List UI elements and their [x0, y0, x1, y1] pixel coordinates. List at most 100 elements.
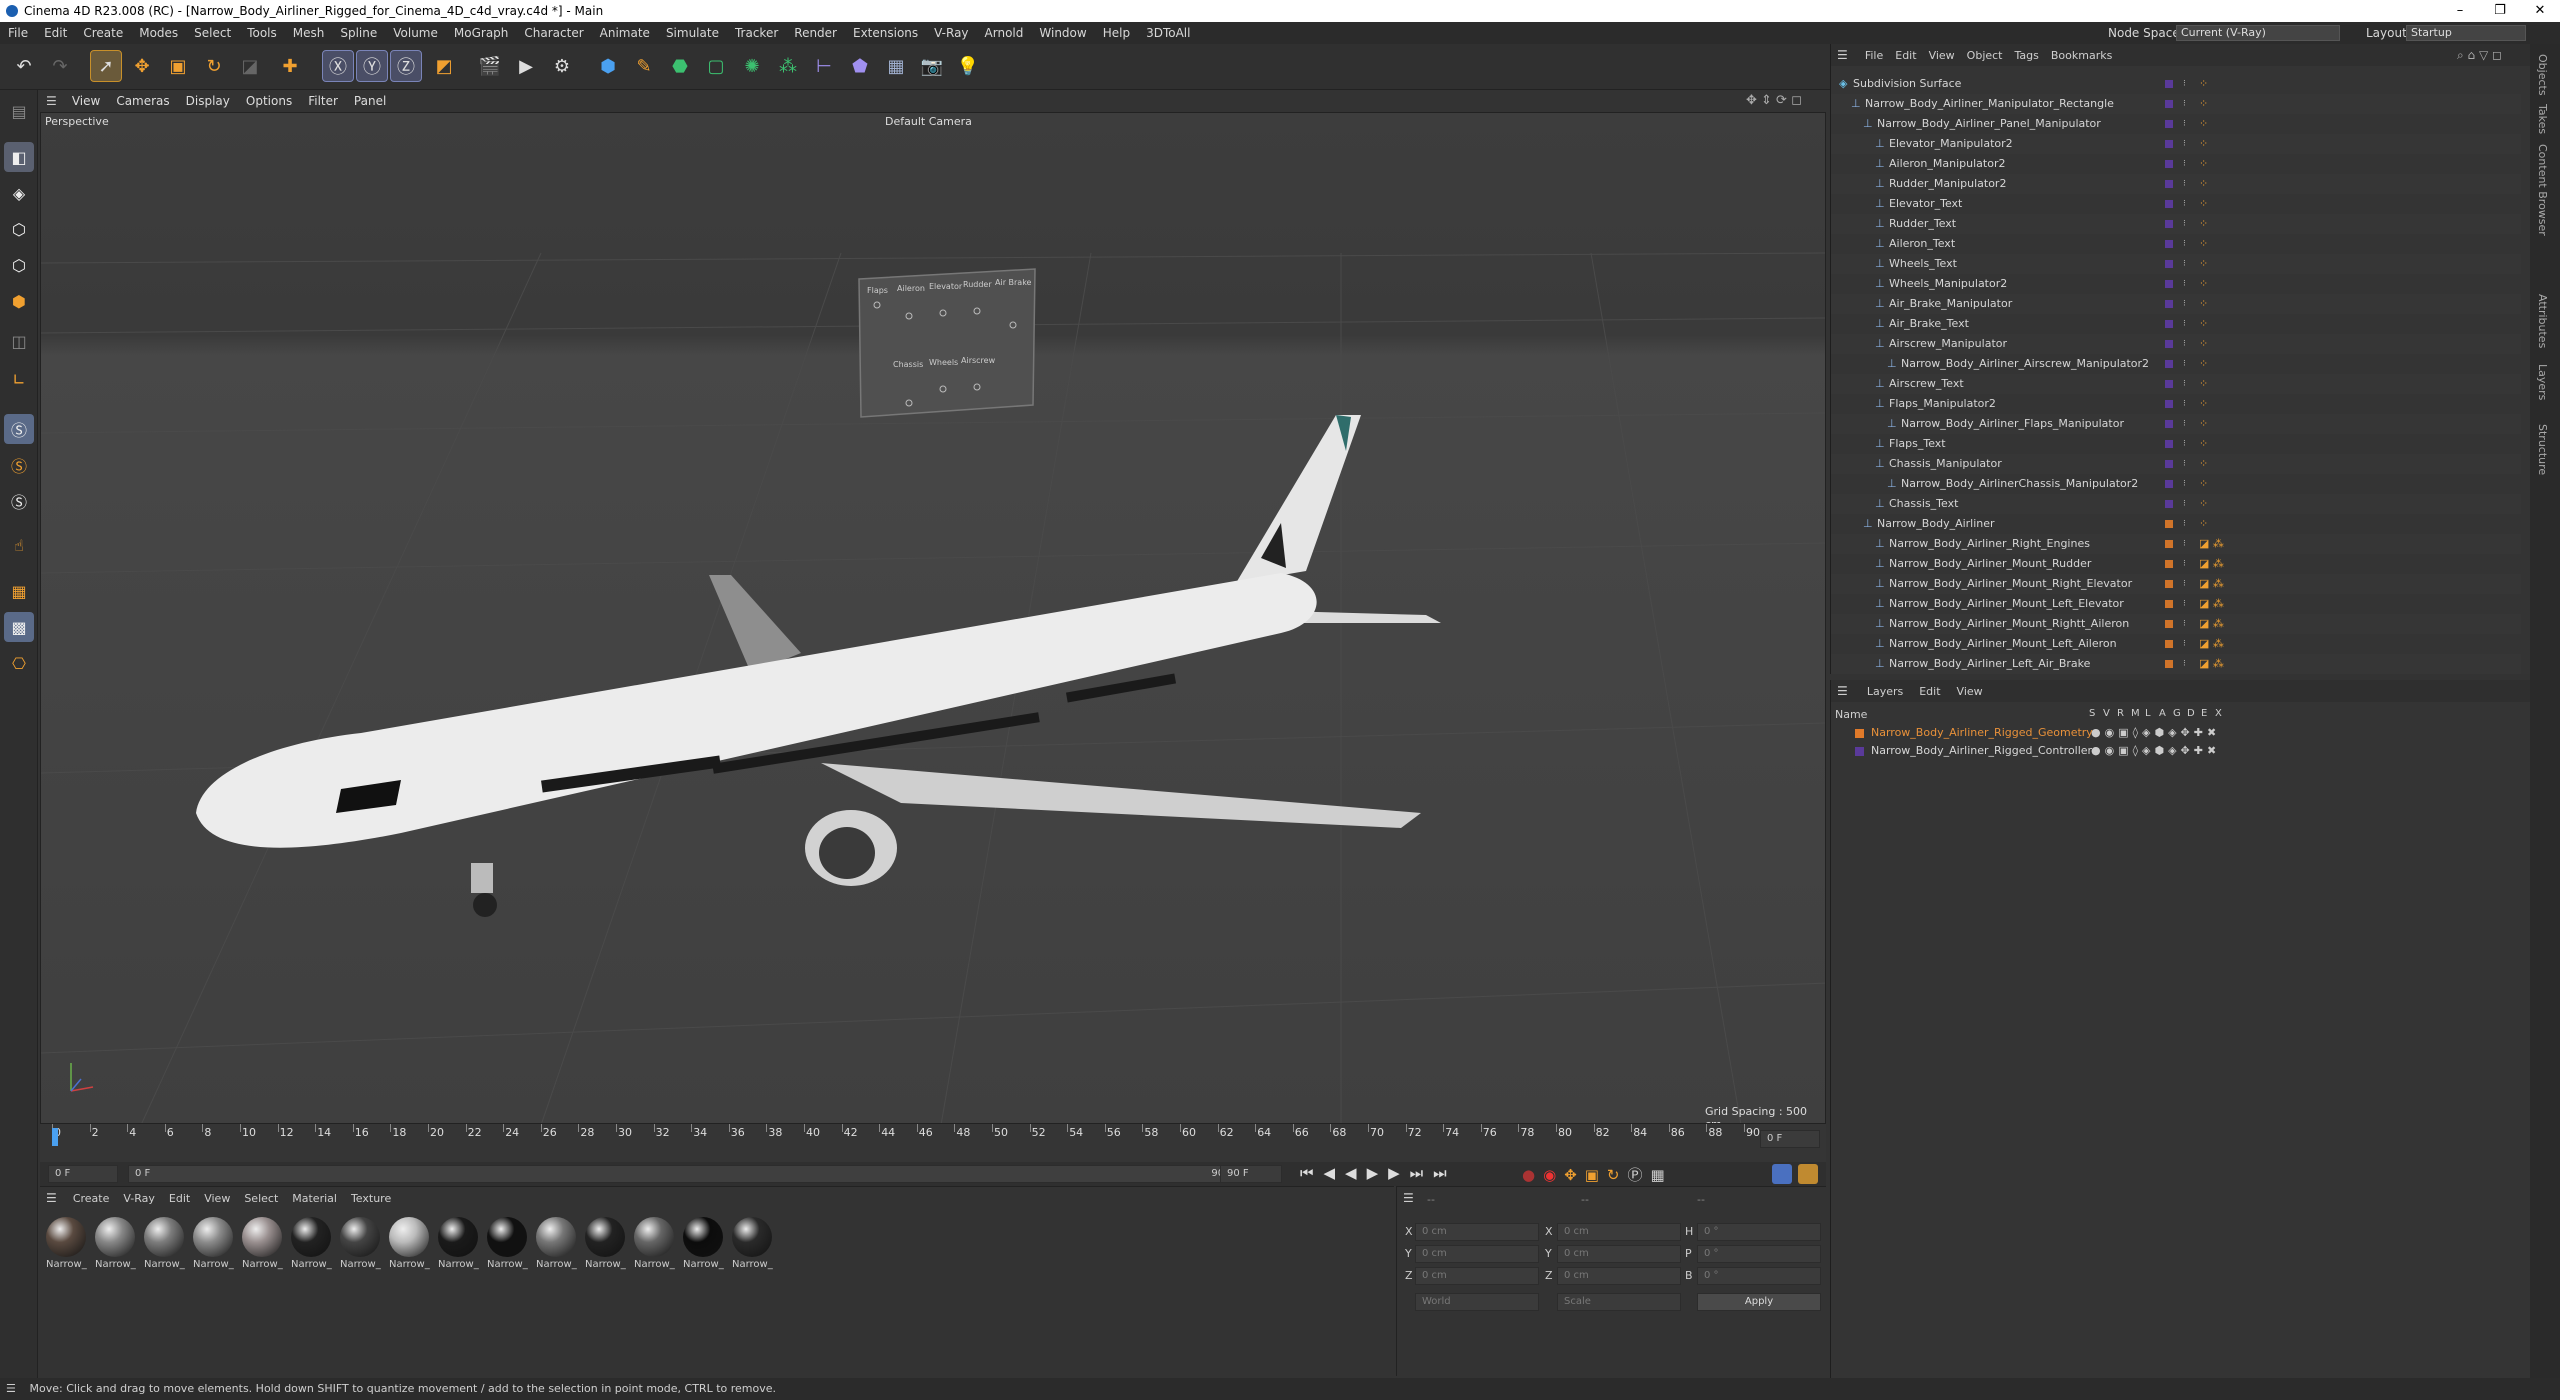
object-menu-edit[interactable]: Edit — [1889, 45, 1922, 67]
tag-icon[interactable]: ⁘ — [2199, 494, 2208, 514]
menu-animate[interactable]: Animate — [592, 22, 658, 44]
material-menu-edit[interactable]: Edit — [162, 1188, 197, 1210]
visibility-dots-icon[interactable]: ⁝ — [2183, 94, 2186, 114]
layer-color-chip[interactable] — [2165, 380, 2173, 388]
layer-color-chip[interactable] — [2165, 260, 2173, 268]
edges-mode-icon[interactable]: ⬡ — [4, 250, 34, 280]
tag-icon[interactable]: ◪ ⁂ — [2199, 614, 2224, 634]
add-tool-icon[interactable]: ✚ — [274, 50, 306, 82]
object-row[interactable]: ⊥ Narrow_Body_Airliner_Mount_Left_Aileron… — [1831, 634, 2521, 654]
layer-col-s[interactable]: S — [2089, 708, 2103, 719]
tag-icon[interactable]: ⁘ — [2199, 214, 2208, 234]
layer-color-chip[interactable] — [2165, 340, 2173, 348]
material-menu-material[interactable]: Material — [285, 1188, 344, 1210]
select-tool-icon[interactable]: ➚ — [90, 50, 122, 82]
layer-color-chip[interactable] — [2165, 240, 2173, 248]
layer-color-chip[interactable] — [2165, 540, 2173, 548]
end-frame-field[interactable]: 90 F — [1220, 1165, 1282, 1183]
layer-col-d[interactable]: D — [2187, 708, 2201, 719]
object-row[interactable]: ⊥ Narrow_Body_Airliner_Mount_Rudder ⁝ ◪ ⁂ — [1831, 554, 2521, 574]
object-row[interactable]: ⊥ Flaps_Manipulator2 ⁝ ⁘ — [1831, 394, 2521, 414]
material-menu-v-ray[interactable]: V-Ray — [116, 1188, 162, 1210]
tag-icon[interactable]: ⁘ — [2199, 394, 2208, 414]
tag-icon[interactable]: ◪ ⁂ — [2199, 534, 2224, 554]
layer-color-chip[interactable] — [2165, 440, 2173, 448]
side-tab-structure[interactable]: Structure — [2536, 424, 2549, 475]
object-menu-file[interactable]: File — [1859, 45, 1889, 67]
object-row[interactable]: ⊥ Narrow_Body_Airliner_Flaps_Manipulator ⁝… — [1831, 414, 2521, 434]
render-region-icon[interactable]: 🎬 — [474, 50, 506, 82]
menu-volume[interactable]: Volume — [385, 22, 446, 44]
subdivision-icon[interactable]: ⬣ — [664, 50, 696, 82]
viewport-menu-cameras[interactable]: Cameras — [108, 90, 177, 112]
material-swatch[interactable]: Narrow_ — [536, 1217, 578, 1273]
tag-icon[interactable]: ⁘ — [2199, 474, 2208, 494]
layer-color-chip[interactable] — [2165, 140, 2173, 148]
material-menu-icon[interactable]: ☰ — [40, 1187, 62, 1209]
x-axis-lock-icon[interactable]: Ⓧ — [322, 50, 354, 82]
menu-v-ray[interactable]: V-Ray — [926, 22, 976, 44]
tag-icon[interactable]: ⁘ — [2199, 454, 2208, 474]
visibility-dots-icon[interactable]: ⁝ — [2183, 274, 2186, 294]
material-swatch[interactable]: Narrow_ — [193, 1217, 235, 1273]
object-row[interactable]: ⊥ Wheels_Manipulator2 ⁝ ⁘ — [1831, 274, 2521, 294]
menu-tracker[interactable]: Tracker — [727, 22, 786, 44]
coord-menu-icon[interactable]: ☰ — [1403, 1191, 1414, 1205]
preview-range-slider[interactable]: 0 F90 F — [128, 1165, 1240, 1183]
side-tab-content-browser[interactable]: Content Browser — [2536, 144, 2549, 236]
menu-render[interactable]: Render — [786, 22, 845, 44]
object-menu-tags[interactable]: Tags — [2009, 45, 2045, 67]
field-icon[interactable]: ⬟ — [844, 50, 876, 82]
visibility-dots-icon[interactable]: ⁝ — [2183, 194, 2186, 214]
menu-edit[interactable]: Edit — [36, 22, 75, 44]
viewport-menu-options[interactable]: Options — [238, 90, 300, 112]
tag-icon[interactable]: ⁘ — [2199, 74, 2208, 94]
visibility-dots-icon[interactable]: ⁝ — [2183, 254, 2186, 274]
viewport-menu-filter[interactable]: Filter — [300, 90, 346, 112]
tag-icon[interactable]: ⁘ — [2199, 354, 2208, 374]
rot-b-field[interactable]: 0 ° — [1697, 1267, 1821, 1285]
menu-create[interactable]: Create — [75, 22, 131, 44]
layer-color-chip[interactable] — [2165, 420, 2173, 428]
tag-icon[interactable]: ◪ ⁂ — [2199, 654, 2224, 674]
tag-icon[interactable]: ⁘ — [2199, 94, 2208, 114]
layer-color-chip[interactable] — [2165, 660, 2173, 668]
scale-tool-icon[interactable]: ▣ — [162, 50, 194, 82]
material-swatch[interactable]: Narrow_ — [732, 1217, 774, 1273]
size-z-field[interactable]: 0 cm — [1557, 1267, 1681, 1285]
layer-color-chip[interactable] — [2165, 460, 2173, 468]
snap-icon[interactable]: Ⓢ — [4, 414, 34, 444]
material-swatch[interactable]: Narrow_ — [585, 1217, 627, 1273]
mograph-icon[interactable]: ⁂ — [772, 50, 804, 82]
workplane-icon[interactable]: ▦ — [4, 576, 34, 606]
render-settings-icon[interactable]: ⚙ — [546, 50, 578, 82]
visibility-dots-icon[interactable]: ⁝ — [2183, 154, 2186, 174]
layer-menu-edit[interactable]: Edit — [1911, 681, 1948, 703]
visibility-dots-icon[interactable]: ⁝ — [2183, 654, 2186, 674]
object-row[interactable]: ⊥ Narrow_Body_Airliner ⁝ ⁘ — [1831, 514, 2521, 534]
visibility-dots-icon[interactable]: ⁝ — [2183, 374, 2186, 394]
start-frame-field[interactable]: 0 F — [48, 1165, 118, 1183]
floor-icon[interactable]: ▦ — [880, 50, 912, 82]
visibility-dots-icon[interactable]: ⁝ — [2183, 294, 2186, 314]
material-swatch[interactable]: Narrow_ — [291, 1217, 333, 1273]
layer-color-chip[interactable] — [2165, 100, 2173, 108]
playhead[interactable] — [52, 1128, 58, 1146]
layer-color-chip[interactable] — [2165, 160, 2173, 168]
layer-menu-layers[interactable]: Layers — [1859, 681, 1911, 703]
menu-arnold[interactable]: Arnold — [977, 22, 1032, 44]
tag-icon[interactable]: ⁘ — [2199, 334, 2208, 354]
viewport-menu-panel[interactable]: Panel — [346, 90, 394, 112]
material-swatch[interactable]: Narrow_ — [438, 1217, 480, 1273]
menu-3dtoall[interactable]: 3DToAll — [1138, 22, 1198, 44]
layer-color-chip[interactable] — [2165, 500, 2173, 508]
coord-mode-select[interactable]: World — [1415, 1293, 1539, 1311]
tweak-icon[interactable]: ☝ — [4, 530, 34, 560]
tag-icon[interactable]: ⁘ — [2199, 274, 2208, 294]
layer-color-chip[interactable] — [2165, 560, 2173, 568]
axis-mode-icon[interactable]: ∟ — [4, 364, 34, 394]
viewport-menu-display[interactable]: Display — [178, 90, 238, 112]
tag-icon[interactable]: ◪ ⁂ — [2199, 574, 2224, 594]
visibility-dots-icon[interactable]: ⁝ — [2183, 514, 2186, 534]
layer-color-chip[interactable] — [2165, 180, 2173, 188]
